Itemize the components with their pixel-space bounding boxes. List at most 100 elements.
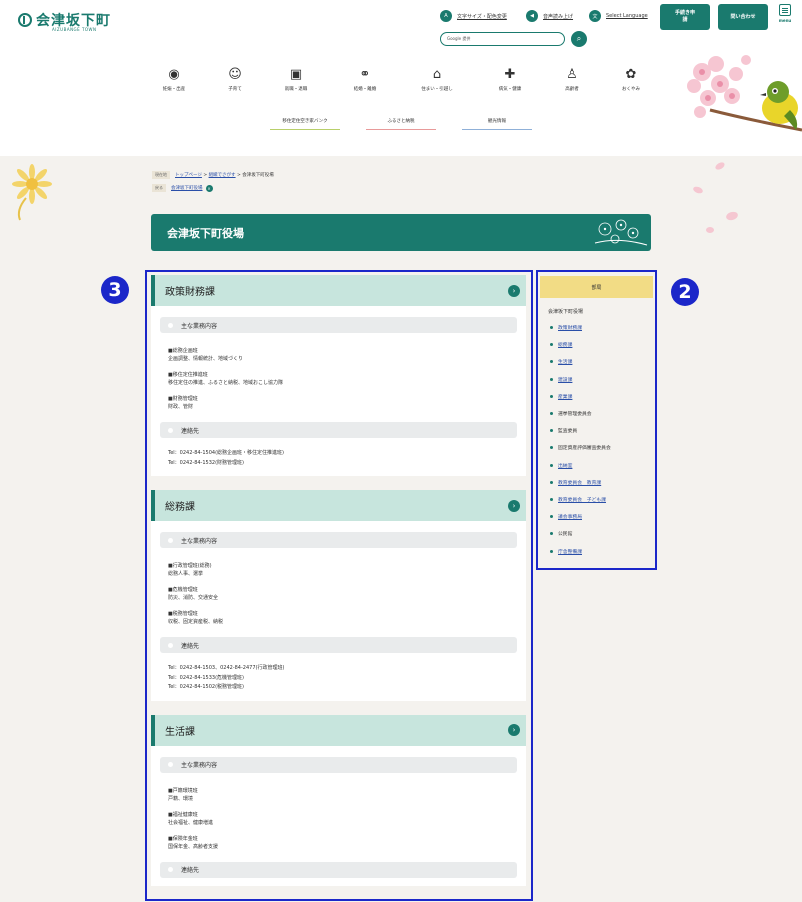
item-heading: ■総務企画班 (168, 348, 198, 354)
back-link[interactable]: 会津坂下町役場 (171, 185, 203, 191)
child-icon: ☺ (228, 67, 242, 82)
bullet-icon (550, 326, 553, 330)
gnav-item-employment[interactable]: ▣ 就職・退職 (271, 66, 321, 92)
gnav-item-housing[interactable]: ⌂ 住まい・引越し (412, 66, 462, 92)
sidebar-item-label[interactable]: 庁舎整備課 (558, 548, 582, 555)
search-input[interactable]: Google 提供 (440, 32, 565, 46)
sidebar-item-label: 監査委員 (558, 429, 578, 435)
item-heading: ■財務管理班 (168, 396, 198, 402)
item-heading: ■移住定住推進班 (168, 372, 208, 378)
close-icon[interactable]: × (205, 184, 213, 192)
contact-button[interactable]: 問い合わせ (718, 4, 768, 30)
breadcrumb-org-link[interactable]: 組織でさがす (209, 172, 236, 178)
chrysanthemum-illustration (12, 164, 52, 221)
gnav-item-pregnancy[interactable]: ◉ 妊娠・出産 (149, 66, 199, 92)
speech-link[interactable]: ◀ 音声読み上げ (526, 10, 573, 22)
department-name: 政策財務課 (165, 287, 215, 298)
item-body: 総務人事、選挙 (168, 571, 204, 577)
procedures-label: 手続き申請 (674, 10, 695, 23)
sidebar-item[interactable]: 教育委員会 教育課 (550, 474, 653, 491)
back-navigation: 戻る 会津坂下町役場 × (152, 184, 213, 192)
sublink-tourism[interactable]: 観光情報 (462, 116, 532, 130)
department-header[interactable]: 政策財務課 › (151, 275, 526, 306)
contact-info: Tel：0242-84-1503、0242-84-2477(行政管理班) Tel… (151, 653, 526, 693)
sidebar-item-label[interactable]: 産業課 (558, 393, 572, 400)
menu-label: menu (778, 18, 792, 23)
flower-icon: ✿ (625, 67, 637, 82)
list-item: ■危機管理班 防災、消防、交通安全 (168, 586, 509, 602)
sidebar-list: 政策財務課 総務課 生活課 建設課 産業課 選挙管理委員会 監査委員 固定資産評価審査委員会出… (550, 319, 653, 560)
sidebar-item-label[interactable]: 教育委員会 教育課 (558, 479, 601, 486)
sidebar-item-label[interactable]: 総務課 (558, 341, 572, 348)
chevron-right-icon[interactable]: › (508, 284, 520, 297)
gnav-item-elderly[interactable]: ♙ 高齢者 (547, 66, 597, 92)
sidebar-header: 部局 (540, 276, 653, 298)
speaker-icon: ◀ (526, 10, 538, 22)
sidebar-item[interactable]: 総務課 (550, 336, 653, 353)
sidebar-item: 公民館 (550, 525, 653, 542)
sakura-branch-icon (594, 219, 648, 246)
item-body: 防災、消防、交通安全 (168, 595, 219, 601)
bullet-icon (550, 532, 553, 536)
sidebar-item[interactable]: 建設課 (550, 371, 653, 388)
sidebar-item[interactable]: 出納室 (550, 457, 653, 474)
department-header[interactable]: 総務課 › (151, 490, 526, 521)
gnav-label: 子育て (228, 87, 242, 92)
gnav-item-childcare[interactable]: ☺ 子育て (210, 66, 260, 92)
sidebar-item-label[interactable]: 建設課 (558, 376, 572, 383)
annotation-badge-3: 3 (101, 276, 129, 304)
department-card: 総務課 › 主な業務内容 ■行政管理班(総務) 総務人事、選挙 ■危機管理班 防災、… (151, 490, 526, 701)
contact-line: Tel：0242-84-1502(税務管理班) (168, 684, 244, 690)
bullet-icon (550, 360, 553, 364)
item-body: 戸籍、環境 (168, 795, 194, 802)
language-link[interactable]: 文 Select Language (589, 10, 648, 22)
sidebar-item[interactable]: 議会事務局 (550, 508, 653, 525)
logo-mark-icon (18, 13, 32, 27)
sidebar-item-label[interactable]: 生活課 (558, 358, 572, 365)
sidebar-item-label[interactable]: 教育委員会 子ども課 (558, 496, 606, 503)
font-size-color-link[interactable]: A 文字サイズ・配色変更 (440, 10, 507, 22)
sidebar-item-label[interactable]: 政策財務課 (558, 324, 582, 331)
sidebar-item[interactable]: 庁舎整備課 (550, 542, 653, 559)
contact-line: Tel：0242-84-1504(総務企画班・移住定住推進班) (168, 450, 284, 456)
gnav-item-condolence[interactable]: ✿ おくやみ (606, 66, 656, 92)
sidebar-item[interactable]: 生活課 (550, 353, 653, 370)
gnav-item-health[interactable]: ✚ 病気・健康 (485, 66, 535, 92)
gnav-item-marriage[interactable]: ⚭ 結婚・離婚 (340, 66, 390, 92)
department-list: 政策財務課 › 主な業務内容 ■総務企画班 企画調整、情報統計、地域づくり ■移住… (151, 275, 526, 897)
breadcrumb-home-link[interactable]: トップページ (175, 172, 202, 178)
sidebar-item[interactable]: 教育委員会 子ども課 (550, 491, 653, 508)
item-heading: ■福祉健康班 (168, 811, 198, 818)
sidebar-item[interactable]: 産業課 (550, 388, 653, 405)
list-item: ■移住定住推進班 移住定住の推進、ふるさと納税、地域おこし協力隊 (168, 371, 509, 387)
gnav-label: 妊娠・出産 (162, 87, 186, 92)
sidebar-item-label: 公民館 (558, 532, 573, 538)
sidebar-item-label[interactable]: 出納室 (558, 462, 572, 469)
sidebar-item[interactable]: 政策財務課 (550, 319, 653, 336)
contact-section-header: 連絡先 (160, 637, 517, 653)
sidebar-item: 選挙管理委員会 (550, 405, 653, 422)
sidebar-item-label: 選挙管理委員会 (558, 412, 592, 418)
section-label: 連絡先 (181, 427, 200, 435)
bullet-icon (550, 480, 553, 484)
section-label: 主な業務内容 (181, 537, 218, 545)
section-label: 主な業務内容 (181, 762, 218, 769)
search-button[interactable]: ⌕ (571, 31, 587, 47)
department-name: 総務課 (165, 502, 195, 513)
chevron-right-icon[interactable]: › (508, 724, 520, 736)
list-item: ■税務管理班 収税、固定資産税、納税 (168, 610, 509, 626)
page-title-banner: 会津坂下町役場 (151, 214, 651, 251)
department-header[interactable]: 生活課 › (151, 714, 526, 746)
gnav-label: 病気・健康 (498, 87, 522, 92)
sublink-akiya-bank[interactable]: 移住定住空き家バンク (270, 116, 340, 130)
list-item: ■財務管理班 財政、管財 (168, 395, 509, 411)
menu-button[interactable]: menu (775, 4, 795, 32)
sublink-furusato-tax[interactable]: ふるさと納税 (366, 116, 436, 130)
sidebar-item-label[interactable]: 議会事務局 (558, 513, 582, 520)
list-item: ■行政管理班(総務) 総務人事、選挙 (168, 562, 509, 578)
chevron-right-icon[interactable]: › (508, 499, 520, 512)
search-icon: ⌕ (576, 34, 582, 43)
elderly-icon: ♙ (566, 67, 578, 82)
procedures-button[interactable]: 手続き申請 (660, 4, 710, 30)
bullet-icon (550, 394, 553, 398)
